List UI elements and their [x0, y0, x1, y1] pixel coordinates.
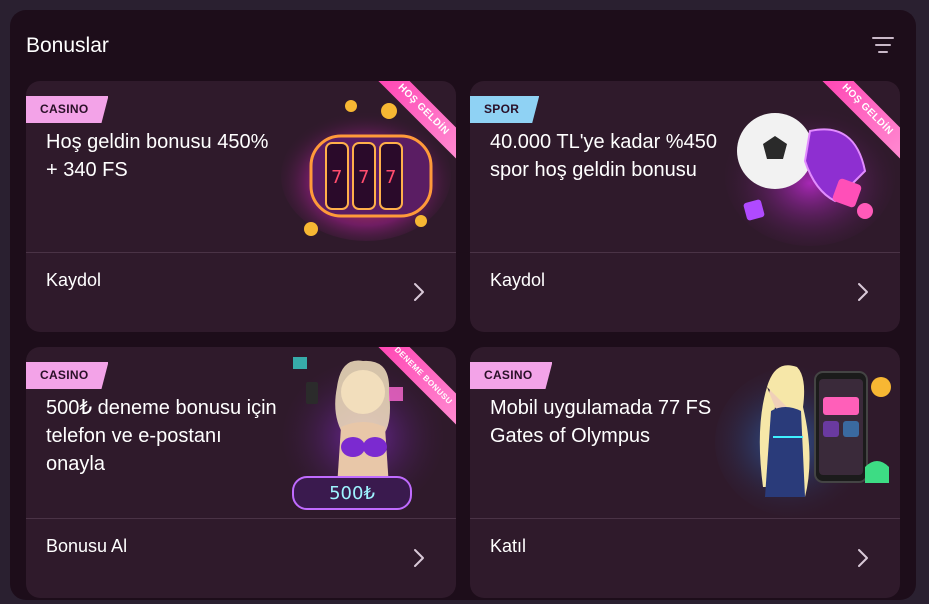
category-tag: CASINO	[26, 96, 108, 123]
svg-text:7: 7	[385, 167, 396, 188]
action-label[interactable]: Kaydol	[46, 270, 101, 291]
bonus-card-sport-welcome[interactable]: HOŞ GELDİN SPOR 40.000 TL'ye kadar %450 …	[470, 81, 900, 332]
bonus-title: 500₺ deneme bonusu için telefon ve e-pos…	[46, 397, 277, 475]
svg-text:7: 7	[358, 167, 369, 188]
trial-amount-badge: 500₺	[329, 483, 375, 504]
bonus-card-casino-welcome[interactable]: 7 7 7 HOŞ GELDİN CASINO Hoş geldin bonus…	[26, 81, 456, 332]
sport-ball-image: HOŞ GELDİN	[715, 81, 900, 252]
category-tag: SPOR	[470, 96, 539, 123]
divider	[26, 252, 456, 253]
bonus-title: Hoş geldin bonusu 450% + 340 FS	[46, 131, 269, 181]
divider	[26, 518, 456, 519]
divider	[470, 252, 900, 253]
chevron-right-icon[interactable]	[412, 280, 426, 304]
bonus-title: 40.000 TL'ye kadar %450 spor hoş geldin …	[490, 131, 717, 181]
action-label[interactable]: Kaydol	[490, 270, 545, 291]
chevron-right-icon[interactable]	[412, 546, 426, 570]
action-label[interactable]: Katıl	[490, 536, 526, 557]
svg-text:7: 7	[331, 167, 342, 188]
chevron-right-icon[interactable]	[856, 280, 870, 304]
category-tag: CASINO	[26, 362, 108, 389]
bonus-card-trial-bonus[interactable]: 500₺ DENEME BONUSU CASINO 500₺ deneme bo…	[26, 347, 456, 598]
mobile-app-character-image	[715, 347, 900, 518]
divider	[470, 518, 900, 519]
action-label[interactable]: Bonusu Al	[46, 536, 127, 557]
panel-title: Bonuslar	[26, 34, 109, 57]
promo-model-image: 500₺ DENEME BONUSU	[271, 347, 456, 518]
bonus-title: Mobil uygulamada 77 FS Gates of Olympus	[490, 397, 712, 447]
slot-machine-image: 7 7 7 HOŞ GELDİN	[271, 81, 456, 252]
filter-icon[interactable]	[870, 34, 896, 56]
chevron-right-icon[interactable]	[856, 546, 870, 570]
bonuses-panel: Bonuslar 7 7 7 HOŞ GELDİN CASINO Hoş gel…	[10, 10, 916, 600]
bonus-card-mobile-app[interactable]: CASINO Mobil uygulamada 77 FS Gates of O…	[470, 347, 900, 598]
category-tag: CASINO	[470, 362, 552, 389]
